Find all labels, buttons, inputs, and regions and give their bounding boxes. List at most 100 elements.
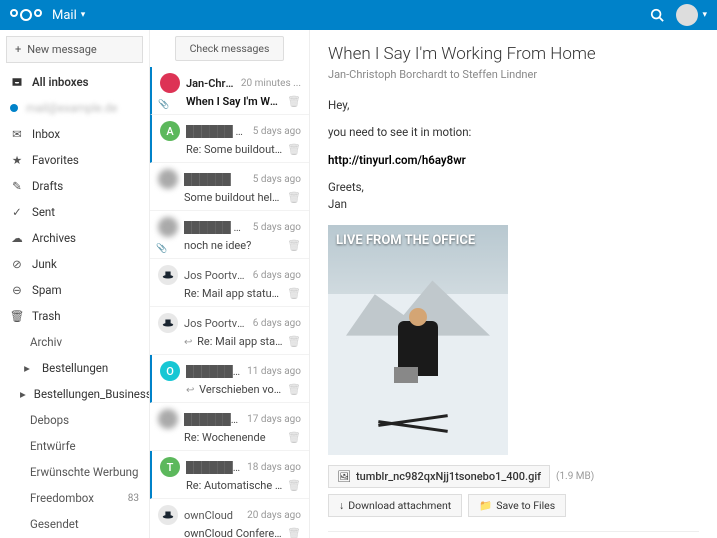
mail-body: Hey, you need to see it in motion: http:… [328,97,699,213]
save-to-files-button[interactable]: 📁 Save to Files [468,494,566,517]
folder-count: 83 [128,493,139,504]
folder-trash[interactable]: 🗑Trash [0,303,149,329]
user-avatar[interactable] [676,4,698,26]
spam-icon: ⊖ [10,283,24,297]
sender-avatar [158,409,178,429]
folder-label: Bestellungen_Business [34,387,150,401]
reply-area[interactable]: to "Jan-Christoph Borchardt" <██████████… [328,531,699,538]
delete-message-icon[interactable]: 🗑 [287,479,301,492]
body-line: Hey, [328,97,699,114]
message-item[interactable]: ownCloud20 days ago ownCloud Conference … [150,499,309,538]
message-date: 5 days ago [253,126,301,137]
mail-content: When I Say I'm Working From Home Jan-Chr… [310,30,717,538]
message-item[interactable]: T████████ ██████18 days ago Re: Automati… [150,451,309,499]
message-item[interactable]: ██████5 days ago Some buildout helpers🗑 [150,163,309,211]
app-dropdown-icon[interactable]: ▾ [81,10,86,20]
folder-archiv[interactable]: Archiv [0,329,149,355]
folder-bestellungen-business[interactable]: ▸ Bestellungen_Business [0,381,149,407]
sender-name: ownCloud [184,509,241,522]
to-label: to [450,68,460,81]
message-item[interactable]: Jos Poortvliet6 days ago Re: Mail app st… [150,259,309,307]
message-item[interactable]: A██████ ██5 days ago Re: Some buildout h… [150,115,309,163]
check-messages-button[interactable]: Check messages [175,36,285,61]
account-email: mail@example.de [26,101,117,115]
sender-avatar [158,217,178,237]
delete-message-icon[interactable]: 🗑 [287,95,301,108]
delete-message-icon[interactable]: 🗑 [287,191,301,204]
message-subject: Re: Wochenende [184,431,283,444]
sender-avatar [160,73,180,93]
sender-avatar [158,313,178,333]
delete-message-icon[interactable]: 🗑 [287,527,301,538]
message-subject: ↩ Re: Mail app status blog [184,335,283,348]
folder-drafts[interactable]: ✎Drafts [0,173,149,199]
star-icon: ★ [10,153,24,167]
message-subject: When I Say I'm Working Fro... [186,95,283,108]
expand-icon: ▸ [20,361,34,375]
attachment-icon: 📎 [158,100,169,110]
check-icon: ✓ [10,205,24,219]
message-subject: noch ne idee? [184,239,283,252]
folder-erwunschte-werbung[interactable]: Erwünschte Werbung [0,459,149,485]
sender-avatar [158,265,178,285]
search-icon[interactable] [650,8,664,22]
attachment-size: (1.9 MB) [556,471,594,482]
delete-message-icon[interactable]: 🗑 [287,431,301,444]
new-message-label: New message [27,43,97,56]
expand-icon: ▸ [20,387,26,401]
user-menu-chevron-icon[interactable]: ▾ [702,10,707,20]
message-date: 20 days ago [247,510,301,521]
logo[interactable] [10,9,42,21]
attachment-info: 🖼 tumblr_nc982qxNjj1tsonebo1_400.gif (1.… [328,465,699,488]
message-item[interactable]: Jan-Christoph Bor...20 minutes ... When … [150,67,309,115]
folder-label: Spam [32,283,62,297]
delete-message-icon[interactable]: 🗑 [287,383,301,396]
folder-entwurfe[interactable]: Entwürfe [0,433,149,459]
button-label: Download attachment [348,499,451,512]
account-row[interactable]: mail@example.de [0,95,149,121]
folder-debops[interactable]: Debops [0,407,149,433]
delete-message-icon[interactable]: 🗑 [287,287,301,300]
folder-gesendet[interactable]: Gesendet [0,511,149,537]
folder-sent[interactable]: ✓ Sent [0,199,149,225]
folder-favorites[interactable]: ★Favorites [0,147,149,173]
message-item[interactable]: O██████████11 days ago↩ Verschieben von … [150,355,309,403]
attachment-icon: 📎 [156,244,167,254]
app-name[interactable]: Mail [52,8,77,23]
folder-label: Archives [32,231,76,245]
folder-spam[interactable]: ⊖ Spam [0,277,149,303]
mail-icon: ✉ [10,127,24,141]
message-date: 5 days ago [253,222,301,233]
folder-inbox[interactable]: ✉Inbox [0,121,149,147]
delete-message-icon[interactable]: 🗑 [287,239,301,252]
download-attachment-button[interactable]: ↓ Download attachment [328,494,462,517]
body-signature: Jan [328,197,347,211]
folder-junk[interactable]: ⊘ Junk [0,251,149,277]
folder-archives[interactable]: ☁Archives [0,225,149,251]
message-item[interactable]: ████████17 days ago Re: Wochenende🗑 [150,403,309,451]
sender-avatar [158,505,178,525]
attachment-chip[interactable]: 🖼 tumblr_nc982qxNjj1tsonebo1_400.gif [328,465,550,488]
junk-icon: ⊘ [10,257,24,271]
folder-freedombox[interactable]: Freedombox83 [0,485,149,511]
message-date: 17 days ago [247,414,301,425]
sender-avatar: A [160,121,180,141]
message-subject: ↩ Verschieben von sync... [186,383,283,396]
message-item[interactable]: Jos Poortvliet6 days ago↩ Re: Mail app s… [150,307,309,355]
folder-icon: 📁 [479,499,492,512]
folder-label: Sent [32,205,55,219]
sender-name: ████████ ██████ [186,461,241,474]
pencil-icon: ✎ [10,179,24,193]
delete-message-icon[interactable]: 🗑 [287,143,301,156]
body-link[interactable]: http://tinyurl.com/h6ay8wr [328,153,466,167]
image-icon: 🖼 [337,470,351,483]
folder-label: Junk [32,257,57,271]
delete-message-icon[interactable]: 🗑 [287,335,301,348]
new-message-button[interactable]: + New message [6,36,143,63]
folder-bestellungen[interactable]: ▸Bestellungen [0,355,149,381]
message-date: 6 days ago [253,318,301,329]
folder-all-inboxes[interactable]: All inboxes [0,69,149,95]
message-item[interactable]: ██████ ██████5 days ago noch ne idee?🗑📎 [150,211,309,259]
sender-name: ██████ [184,173,247,186]
sidebar: + New message All inboxes mail@example.d… [0,30,150,538]
